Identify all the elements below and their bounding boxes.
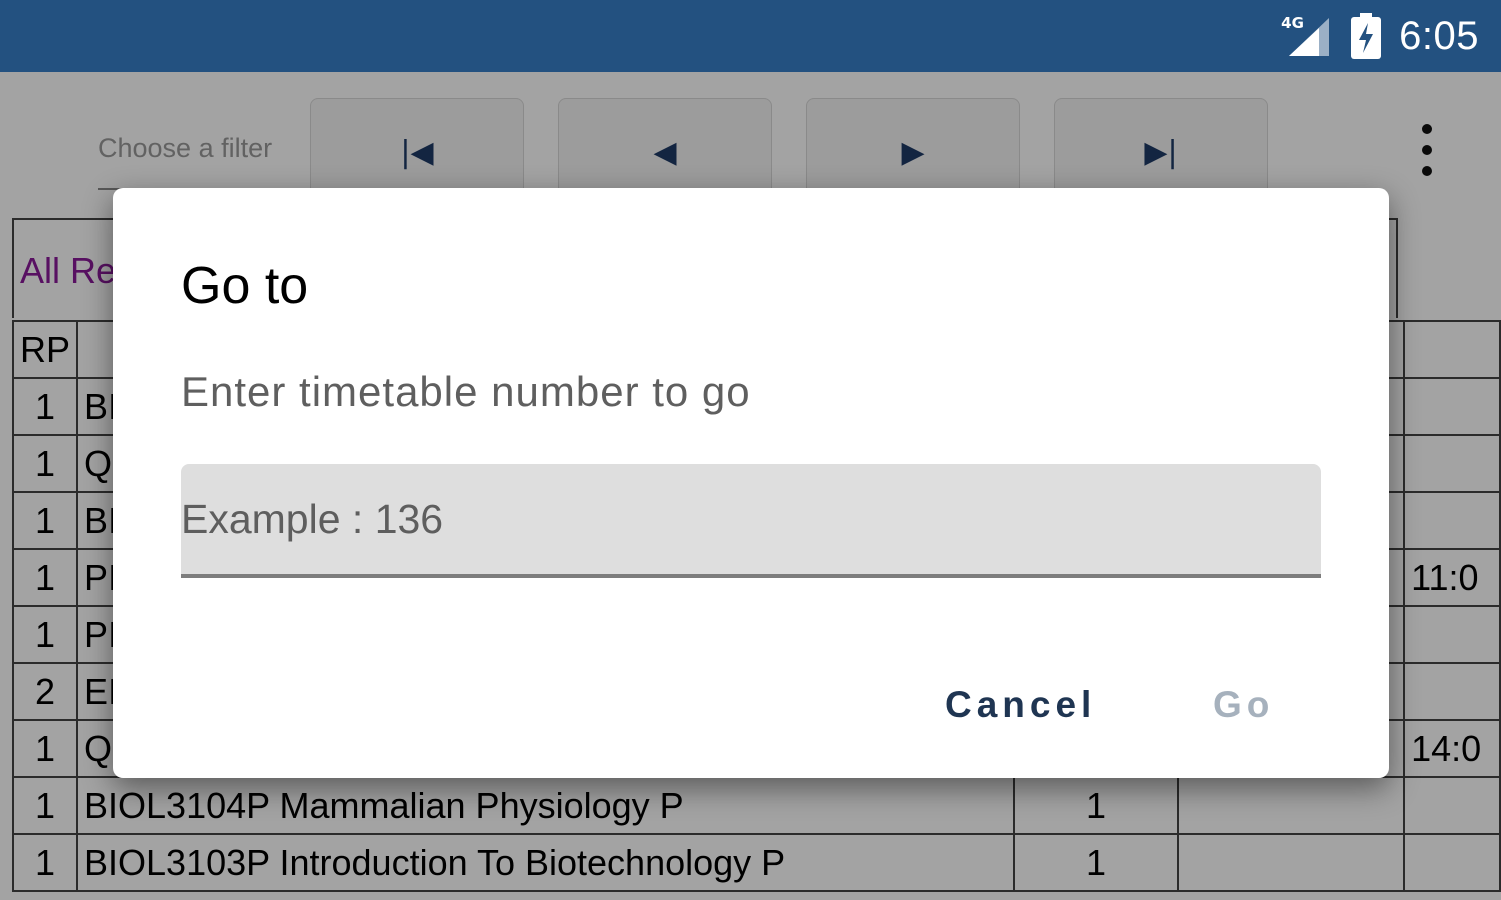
go-button[interactable]: Go <box>1213 684 1274 726</box>
cancel-button[interactable]: Cancel <box>945 684 1096 726</box>
timetable-number-input[interactable] <box>181 464 1321 578</box>
status-icons: 4G 6:05 <box>1281 0 1479 72</box>
dialog-message: Enter timetable number to go <box>181 368 751 415</box>
signal-indicator: 4G <box>1281 14 1333 58</box>
clock: 6:05 <box>1399 13 1479 58</box>
goto-dialog: Go to Enter timetable number to go Cance… <box>113 188 1389 778</box>
battery-charging-icon <box>1351 13 1382 59</box>
dialog-title: Go to <box>181 257 309 315</box>
signal-strength-icon <box>1289 18 1330 56</box>
status-bar: 4G 6:05 <box>0 0 1501 72</box>
